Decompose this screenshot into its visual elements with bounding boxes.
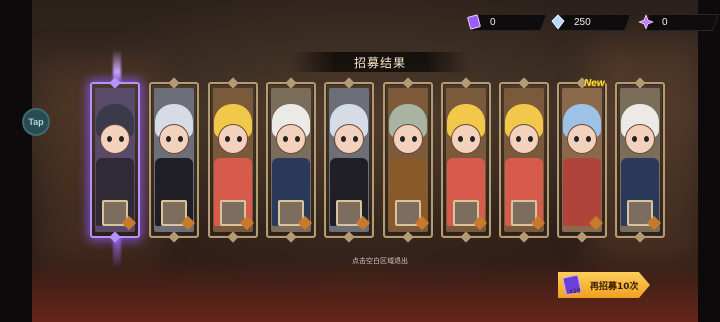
tap-button[interactable]: Tap bbox=[22, 108, 50, 136]
hero-card[interactable] bbox=[90, 77, 140, 243]
purple-ticket-icon bbox=[467, 14, 481, 30]
currency-tickets: 0 bbox=[466, 12, 548, 32]
page-title: 招募结果 bbox=[353, 56, 406, 70]
result-cards bbox=[90, 77, 670, 243]
hero-card[interactable] bbox=[266, 77, 316, 243]
right-edge bbox=[698, 0, 720, 322]
hero-card[interactable] bbox=[499, 77, 549, 243]
hero-card[interactable] bbox=[324, 77, 374, 243]
hero-card[interactable] bbox=[615, 77, 665, 243]
exit-hint: 点击空白区域退出 bbox=[352, 257, 408, 265]
left-edge bbox=[0, 0, 32, 322]
hero-card[interactable] bbox=[383, 77, 433, 243]
purple-gem-icon bbox=[638, 14, 654, 30]
hero-card[interactable] bbox=[208, 77, 258, 243]
currency-tickets-value: 0 bbox=[490, 16, 496, 28]
recruit-cost: x10 bbox=[569, 288, 581, 295]
hero-card[interactable] bbox=[557, 77, 607, 243]
recruit-again-label: 再招募10次 bbox=[590, 282, 639, 292]
hero-card[interactable] bbox=[441, 77, 491, 243]
new-badge: New bbox=[584, 78, 605, 89]
currency-crystals-value: 250 bbox=[574, 16, 591, 28]
hero-card[interactable] bbox=[149, 77, 199, 243]
currency-gems-value: 0 bbox=[662, 16, 668, 28]
recruit-again-button[interactable]: x10 再招募10次 bbox=[558, 272, 650, 298]
currency-gems: 0 bbox=[638, 12, 720, 32]
title-banner: 招募结果 bbox=[290, 52, 470, 72]
crystal-icon bbox=[551, 14, 565, 30]
currency-crystals: 250 bbox=[550, 12, 632, 32]
